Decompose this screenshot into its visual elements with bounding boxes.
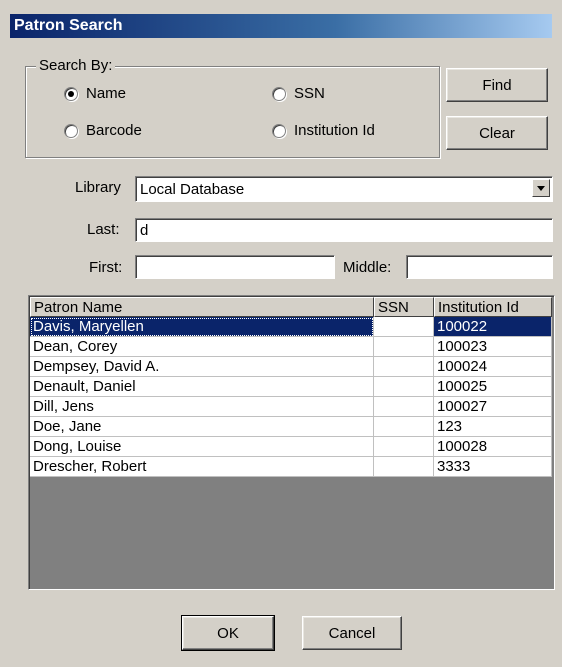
clear-button-label: Clear (479, 124, 515, 142)
radio-barcode[interactable]: Barcode (64, 122, 142, 139)
cancel-button[interactable]: Cancel (302, 616, 402, 650)
library-combobox[interactable]: Local Database (135, 176, 553, 202)
column-header-institution-id[interactable]: Institution Id (434, 297, 552, 317)
cancel-button-label: Cancel (328, 624, 376, 642)
find-button[interactable]: Find (446, 68, 548, 102)
institution-id-cell: 100024 (434, 357, 552, 377)
table-row[interactable]: Dill, Jens 100027 (30, 397, 552, 417)
patron-name-cell: Denault, Daniel (30, 377, 374, 397)
table-row[interactable]: Davis, Maryellen 100022 (30, 317, 552, 337)
institution-id-cell: 3333 (434, 457, 552, 477)
middle-name-input[interactable] (406, 255, 553, 279)
clear-button[interactable]: Clear (446, 116, 548, 150)
institution-id-cell: 100025 (434, 377, 552, 397)
institution-id-cell: 123 (434, 417, 552, 437)
patron-name-cell: Dempsey, David A. (30, 357, 374, 377)
library-value: Local Database (140, 180, 245, 198)
patron-results-list[interactable]: Patron Name SSN Institution Id Davis, Ma… (28, 295, 555, 590)
window-title: Patron Search (14, 17, 123, 34)
ssn-cell (374, 457, 434, 477)
last-name-value: d (140, 221, 149, 239)
radio-name[interactable]: Name (64, 85, 126, 102)
first-name-input[interactable] (135, 255, 335, 279)
radio-ssn-label: SSN (294, 85, 325, 102)
search-by-group: Search By: Name SSN Barcode Institution … (25, 57, 440, 158)
column-header-patron-name[interactable]: Patron Name (30, 297, 374, 317)
first-label: First: (89, 259, 123, 276)
table-row[interactable]: Drescher, Robert 3333 (30, 457, 552, 477)
last-name-input[interactable]: d (135, 218, 553, 242)
ok-button-label: OK (217, 624, 239, 642)
patron-name-cell: Doe, Jane (30, 417, 374, 437)
institution-id-cell: 100027 (434, 397, 552, 417)
radio-ssn-dot (272, 86, 286, 101)
radio-institution-id-label: Institution Id (294, 122, 375, 139)
table-row[interactable]: Denault, Daniel 100025 (30, 377, 552, 397)
patron-name-cell: Dill, Jens (30, 397, 374, 417)
column-header-patron-name-label: Patron Name (34, 298, 123, 316)
patron-name-cell: Dean, Corey (30, 337, 374, 357)
ok-button[interactable]: OK (181, 615, 275, 651)
patron-name-cell: Davis, Maryellen (30, 317, 374, 337)
library-label: Library (75, 179, 121, 196)
patron-search-window: Patron Search Search By: Name SSN Barcod… (0, 0, 562, 667)
institution-id-cell: 100023 (434, 337, 552, 357)
table-row[interactable]: Dong, Louise 100028 (30, 437, 552, 457)
patron-name-cell: Drescher, Robert (30, 457, 374, 477)
column-header-ssn-label: SSN (378, 298, 409, 316)
ssn-cell (374, 337, 434, 357)
radio-institution-id-dot (272, 123, 286, 138)
radio-barcode-dot (64, 123, 78, 138)
triangle-down-icon[interactable] (532, 179, 550, 197)
last-label: Last: (87, 221, 120, 238)
radio-barcode-label: Barcode (86, 122, 142, 139)
table-row[interactable]: Doe, Jane 123 (30, 417, 552, 437)
ssn-cell (374, 317, 434, 337)
institution-id-cell: 100022 (434, 317, 552, 337)
radio-institution-id[interactable]: Institution Id (272, 122, 375, 139)
patron-name-cell: Dong, Louise (30, 437, 374, 457)
institution-id-cell: 100028 (434, 437, 552, 457)
table-row[interactable]: Dempsey, David A. 100024 (30, 357, 552, 377)
ssn-cell (374, 357, 434, 377)
ssn-cell (374, 377, 434, 397)
ssn-cell (374, 397, 434, 417)
ssn-cell (374, 417, 434, 437)
column-header-institution-id-label: Institution Id (438, 298, 519, 316)
search-by-legend: Search By: (36, 57, 116, 74)
radio-ssn[interactable]: SSN (272, 85, 325, 102)
radio-name-dot (64, 86, 78, 101)
radio-name-label: Name (86, 85, 127, 102)
dialog-body: Search By: Name SSN Barcode Institution … (10, 38, 555, 667)
title-bar[interactable]: Patron Search (10, 14, 552, 38)
middle-label: Middle: (343, 259, 392, 276)
column-header-ssn[interactable]: SSN (374, 297, 434, 317)
find-button-label: Find (482, 76, 512, 94)
table-row[interactable]: Dean, Corey 100023 (30, 337, 552, 357)
ssn-cell (374, 437, 434, 457)
